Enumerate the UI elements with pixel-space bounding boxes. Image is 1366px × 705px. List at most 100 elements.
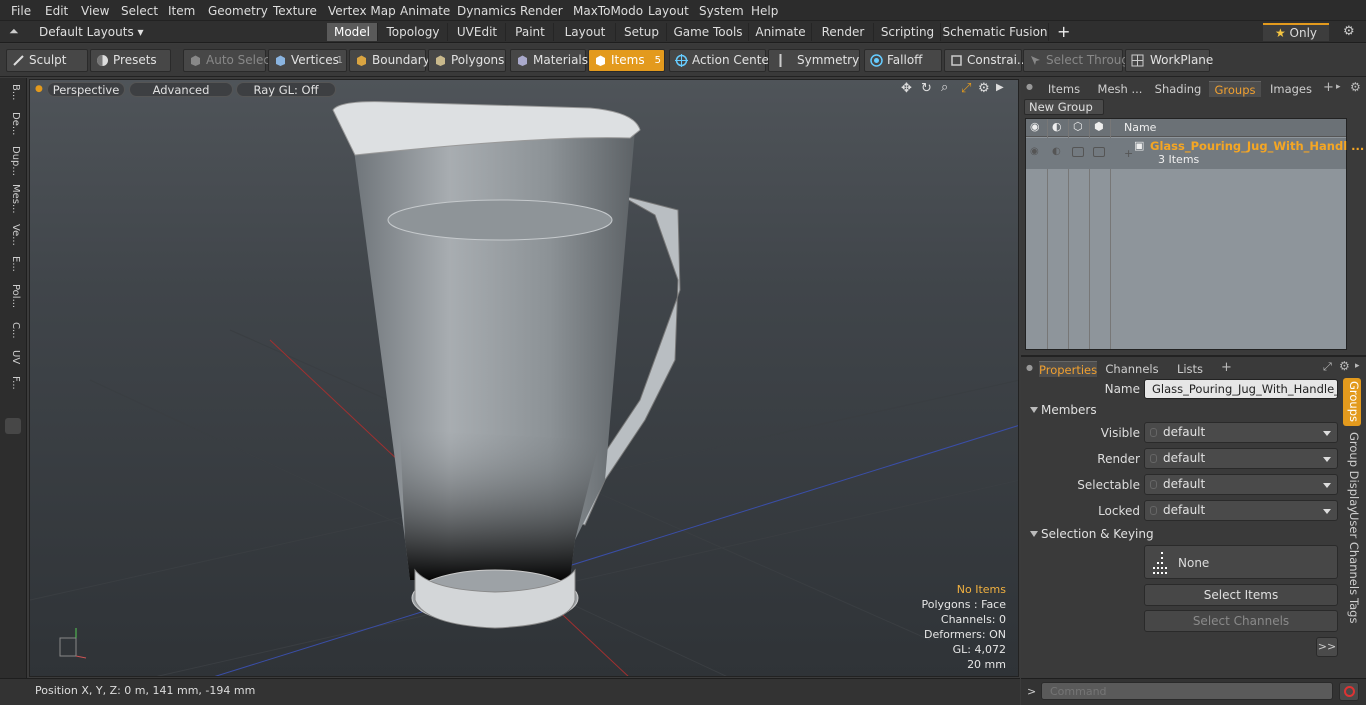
properties-menu-icon[interactable]: ●	[1026, 363, 1033, 372]
tab-game-tools[interactable]: Game Tools	[668, 23, 749, 41]
expand-panel-icon[interactable]: ⤢	[1323, 360, 1332, 374]
tab-scripting[interactable]: Scripting	[875, 23, 941, 41]
tab-model[interactable]: Model	[327, 23, 378, 41]
side-tab-groups[interactable]: Groups	[1343, 378, 1361, 426]
menu-vertex-map[interactable]: Vertex Map	[328, 4, 396, 18]
auto-select-button[interactable]: Auto Select	[183, 49, 275, 72]
menu-dynamics[interactable]: Dynamics	[457, 4, 516, 18]
panel-gear-icon[interactable]: ⚙	[1350, 80, 1361, 94]
select-through-button[interactable]: Select Through	[1023, 49, 1137, 72]
left-tab-uv[interactable]: UV	[5, 350, 21, 372]
tab-topology[interactable]: Topology	[379, 23, 448, 41]
tab-shading[interactable]: Shading	[1151, 81, 1205, 97]
tab-images[interactable]: Images	[1265, 81, 1317, 97]
sculpt-button[interactable]: Sculpt	[6, 49, 88, 72]
left-tab-deform[interactable]: De...	[5, 112, 21, 142]
menu-help[interactable]: Help	[751, 4, 778, 18]
left-tab-basic[interactable]: B...	[5, 84, 21, 108]
menu-system[interactable]: System	[699, 4, 744, 18]
pan-icon[interactable]: ✥	[901, 81, 912, 96]
boundary-button[interactable]: Boundary	[349, 49, 430, 72]
3d-viewport[interactable]: ● Perspective Advanced Ray GL: Off ✥ ↻ ⌕…	[29, 79, 1019, 677]
menu-item[interactable]: Item	[168, 4, 195, 18]
menu-view[interactable]: View	[81, 4, 109, 18]
visible-dropdown[interactable]: default	[1144, 422, 1338, 443]
menu-edit[interactable]: Edit	[45, 4, 68, 18]
name-field[interactable]: Glass_Pouring_Jug_With_Handle_Full	[1144, 379, 1338, 399]
shading-mode-button[interactable]: Advanced	[129, 82, 233, 97]
properties-arrow-icon[interactable]: ▸	[1355, 361, 1360, 371]
menu-texture[interactable]: Texture	[273, 4, 317, 18]
left-tab-edge[interactable]: E...	[5, 256, 21, 280]
properties-gear-icon[interactable]: ⚙	[1339, 359, 1350, 373]
panel-menu-icon[interactable]: ●	[1026, 82, 1033, 91]
falloff-button[interactable]: Falloff	[864, 49, 942, 72]
row-select-toggle[interactable]	[1093, 147, 1105, 157]
tab-schematic-fusion[interactable]: Schematic Fusion	[942, 23, 1049, 41]
tab-mesh[interactable]: Mesh ...	[1093, 81, 1147, 97]
left-tab-fusion[interactable]: F...	[5, 376, 21, 404]
render-dropdown[interactable]: default	[1144, 448, 1338, 469]
left-tab-vertex[interactable]: Ve...	[5, 224, 21, 252]
tab-channels[interactable]: Channels	[1103, 361, 1161, 377]
constraints-button[interactable]: Constrai...	[944, 49, 1028, 72]
menu-render[interactable]: Render	[520, 4, 563, 18]
more-button[interactable]: >>	[1316, 637, 1338, 657]
tab-lists[interactable]: Lists	[1165, 361, 1215, 377]
side-tab-tags[interactable]: Tags	[1343, 596, 1361, 626]
add-tab-icon[interactable]: +	[1057, 22, 1070, 41]
members-section[interactable]: Members	[1025, 402, 1341, 418]
left-tab-curve[interactable]: C...	[5, 322, 21, 346]
tab-properties[interactable]: Properties	[1039, 361, 1097, 377]
view-mode-button[interactable]: Perspective	[47, 82, 125, 97]
row-render-icon[interactable]: ◐	[1052, 146, 1061, 157]
viewport-menu-icon[interactable]: ●	[35, 84, 43, 94]
raygl-button[interactable]: Ray GL: Off	[236, 82, 336, 97]
items-button[interactable]: Items 5	[588, 49, 665, 72]
fit-icon[interactable]: ⤢	[961, 81, 971, 96]
left-tabs-toggle[interactable]	[5, 418, 21, 434]
row-lock-toggle[interactable]	[1072, 147, 1084, 157]
only-toggle[interactable]: ★ Only	[1263, 23, 1329, 41]
row-eye-icon[interactable]: ◉	[1030, 146, 1039, 157]
presets-button[interactable]: Presets	[90, 49, 171, 72]
add-panel-tab-icon[interactable]: +	[1323, 80, 1334, 95]
tab-uvedit[interactable]: UVEdit	[449, 23, 506, 41]
keying-none-button[interactable]: None	[1144, 545, 1338, 579]
menu-file[interactable]: File	[11, 4, 31, 18]
rotate-icon[interactable]: ↻	[921, 81, 932, 96]
selection-keying-section[interactable]: Selection & Keying	[1025, 526, 1341, 542]
side-tab-group-display[interactable]: Group Display	[1343, 432, 1361, 513]
tab-items[interactable]: Items	[1038, 81, 1090, 97]
group-row[interactable]: ◉ ◐ + ▣ Glass_Pouring_Jug_With_Handl ...…	[1026, 138, 1364, 169]
action-center-button[interactable]: Action Center	[669, 49, 774, 72]
expand-icon[interactable]: +	[1124, 147, 1133, 160]
zoom-icon[interactable]: ⌕	[941, 80, 948, 95]
arrow-up-icon[interactable]: ⏶	[9, 24, 19, 39]
selectable-dropdown[interactable]: default	[1144, 474, 1338, 495]
menu-maxtomodo[interactable]: MaxToModo	[573, 4, 643, 18]
side-tab-user-channels[interactable]: User Channels	[1343, 512, 1361, 595]
record-button[interactable]	[1339, 682, 1359, 701]
select-channels-button[interactable]: Select Channels	[1144, 610, 1338, 632]
materials-button[interactable]: Materials	[510, 49, 588, 72]
left-tab-polygon[interactable]: Pol...	[5, 284, 21, 318]
tab-groups[interactable]: Groups	[1209, 81, 1261, 97]
menu-layout[interactable]: Layout	[648, 4, 689, 18]
select-items-button[interactable]: Select Items	[1144, 584, 1338, 606]
symmetry-button[interactable]: Symmetry	[768, 49, 860, 72]
layout-dropdown[interactable]: Default Layouts ▾	[39, 25, 144, 39]
viewport-gear-icon[interactable]: ⚙	[978, 81, 990, 96]
tab-paint[interactable]: Paint	[507, 23, 554, 41]
tab-render[interactable]: Render	[813, 23, 874, 41]
menu-animate[interactable]: Animate	[400, 4, 450, 18]
left-tab-duplicate[interactable]: Dup...	[5, 146, 21, 180]
menu-select[interactable]: Select	[121, 4, 158, 18]
workplane-button[interactable]: WorkPlane	[1125, 49, 1213, 72]
tab-layout[interactable]: Layout	[555, 23, 616, 41]
command-input[interactable]	[1041, 682, 1333, 700]
polygons-button[interactable]: Polygons	[428, 49, 506, 72]
vertices-button[interactable]: Vertices 1	[268, 49, 347, 72]
tab-animate[interactable]: Animate	[750, 23, 812, 41]
viewport-expand-icon[interactable]: ▶	[996, 82, 1004, 93]
